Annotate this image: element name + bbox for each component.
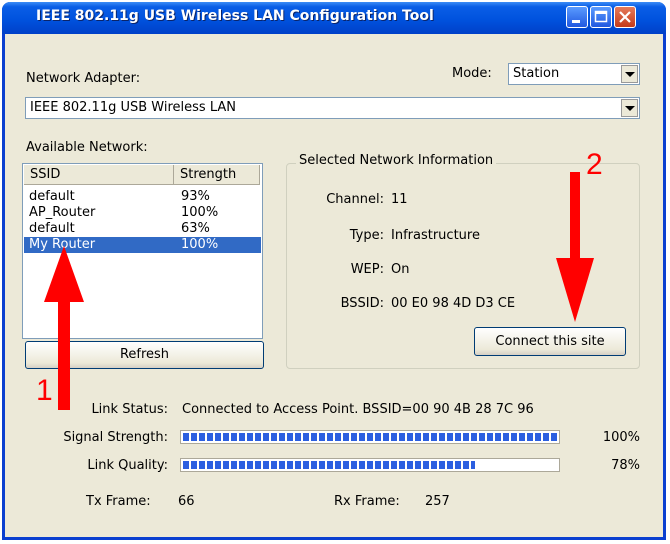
annotation-number-2: 2: [586, 148, 603, 181]
arrow-2-icon: [556, 172, 594, 322]
annotation-overlay: [44, 172, 594, 410]
annotation-number-1: 1: [36, 374, 53, 407]
